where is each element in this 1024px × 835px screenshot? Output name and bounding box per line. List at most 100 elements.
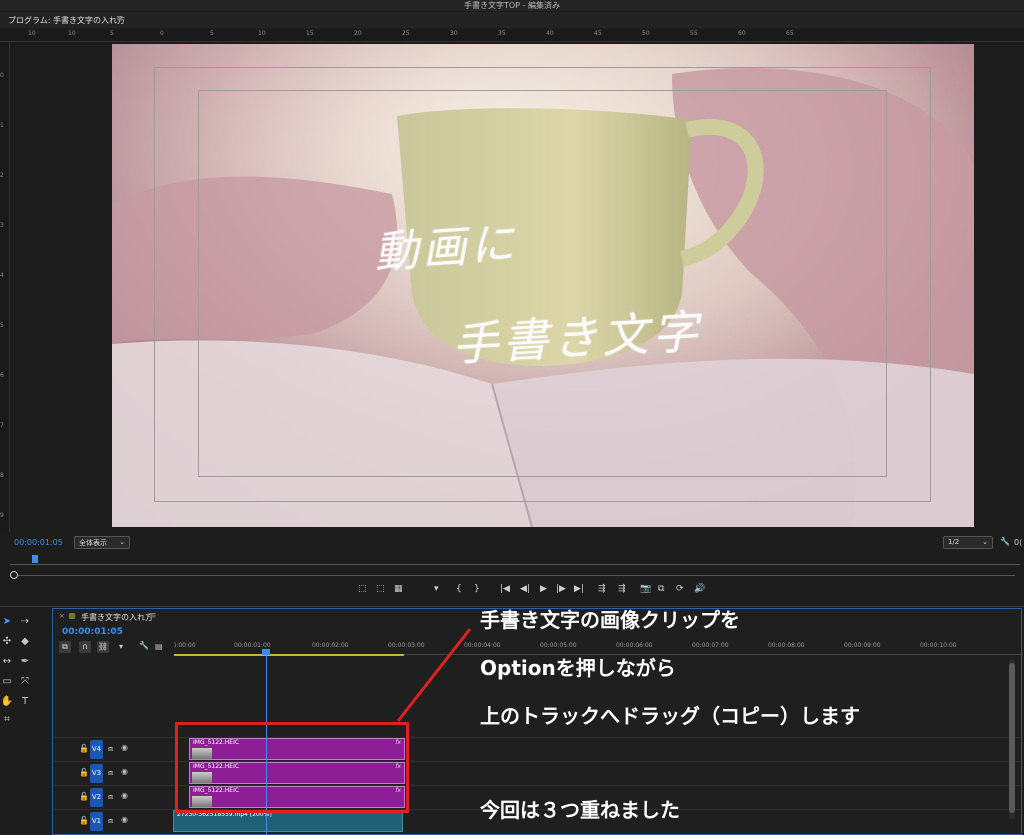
- lift-button[interactable]: ⇶: [598, 584, 606, 594]
- handwriting-line-1: 動画に: [372, 218, 520, 279]
- eye-icon[interactable]: ◉: [121, 791, 128, 800]
- work-area-bar[interactable]: [174, 654, 404, 656]
- sync-lock-icon[interactable]: ⧈: [108, 744, 113, 754]
- type-tool-icon[interactable]: T: [18, 696, 32, 707]
- extract-button[interactable]: ⇶: [618, 584, 626, 594]
- ruler-time-label: 00:00:01:00: [234, 642, 271, 649]
- wrench-icon[interactable]: 🔧: [139, 641, 149, 650]
- track-select-tool-icon[interactable]: ⇢: [18, 616, 32, 627]
- eye-icon[interactable]: ◉: [121, 815, 128, 824]
- scroll-thumb[interactable]: [1009, 663, 1015, 813]
- add-marker-button[interactable]: ▾: [434, 584, 439, 594]
- close-icon[interactable]: ×: [59, 612, 65, 620]
- transport-controls: ⬚ ⬚ ▦ ▾ { } |◀ ◀| ▶ |▶ ▶| ⇶ ⇶ 📷 ⧉ ⟳ 🔊: [352, 584, 732, 598]
- step-forward-button[interactable]: |▶: [556, 584, 566, 594]
- timeline-tab-title[interactable]: 手書き文字の入れ方: [81, 612, 153, 623]
- ruler-time-label: 00:00:09:00: [844, 642, 881, 649]
- eye-icon[interactable]: ◉: [121, 743, 128, 752]
- step-back-button[interactable]: ◀|: [520, 584, 530, 594]
- mark-out-button[interactable]: }: [474, 584, 480, 594]
- ruler-label: 5: [110, 30, 114, 37]
- mini-playhead[interactable]: [32, 555, 38, 563]
- vruler-label: 2: [0, 172, 4, 179]
- annotation-line-2: Optionを押しながら: [480, 656, 676, 680]
- vruler-label: 9: [0, 512, 4, 519]
- ruler-label: 50: [642, 30, 650, 37]
- caption-tool-icon[interactable]: ⌗: [0, 714, 14, 725]
- ruler-time-label: ):00:00: [174, 642, 196, 649]
- rate-stretch-tool-icon[interactable]: ⤧: [18, 676, 32, 687]
- program-monitor-title[interactable]: プログラム: 手書き文字の入れ方: [8, 15, 125, 26]
- loop-icon[interactable]: ⟳: [676, 584, 684, 594]
- multicam-button[interactable]: ⧉: [658, 584, 664, 594]
- go-to-in-button[interactable]: |◀: [500, 584, 510, 594]
- monitor-mini-ruler[interactable]: [10, 553, 1020, 565]
- program-video-frame[interactable]: 動画に 手書き文字: [112, 44, 974, 527]
- lock-icon[interactable]: 🔓: [79, 768, 89, 777]
- hand-tool-icon[interactable]: ✋: [0, 696, 14, 707]
- vruler-label: 3: [0, 222, 4, 229]
- selection-tool-icon[interactable]: ➤: [0, 616, 14, 627]
- lock-icon[interactable]: 🔓: [79, 816, 89, 825]
- vruler-label: 4: [0, 272, 4, 279]
- timeline-playhead-handle[interactable]: [262, 649, 270, 655]
- scroll-handle[interactable]: [10, 571, 18, 579]
- export-frame-icon[interactable]: 📷: [640, 584, 651, 594]
- vruler-label: 6: [0, 372, 4, 379]
- overlay-button[interactable]: ⬚: [376, 584, 385, 594]
- annotation-line-3: 上のトラックへドラッグ（コピー）します: [480, 704, 860, 728]
- clip-v1[interactable]: 27230-362518559.mp4 [200%]: [173, 810, 403, 832]
- track-target-v1[interactable]: V1: [90, 812, 103, 831]
- track-target-v4[interactable]: V4: [90, 740, 103, 759]
- sync-lock-icon[interactable]: ⧈: [108, 768, 113, 778]
- speaker-icon[interactable]: 🔊: [694, 584, 705, 594]
- handwriting-line-2: 手書き文字: [450, 304, 704, 372]
- sequence-color-swatch: [69, 613, 75, 619]
- track-target-v3[interactable]: V3: [90, 764, 103, 783]
- panel-menu-icon[interactable]: ≡: [116, 14, 124, 24]
- ruler-label: 15: [306, 30, 314, 37]
- linked-selection-icon[interactable]: ⛓: [97, 641, 109, 653]
- track-target-v2[interactable]: V2: [90, 788, 103, 807]
- add-marker-icon[interactable]: ▾: [119, 642, 123, 651]
- nest-toggle-icon[interactable]: ⧉: [59, 641, 71, 653]
- snap-magnet-icon[interactable]: ∩: [79, 641, 91, 653]
- ripple-edit-tool-icon[interactable]: ✣: [0, 636, 14, 647]
- zoom-level-select[interactable]: 全体表示 ⌄: [74, 536, 130, 549]
- ruler-label: 5: [210, 30, 214, 37]
- panel-menu-icon[interactable]: ≡: [149, 611, 157, 621]
- playhead-timecode[interactable]: 00:00:01:05: [14, 538, 63, 547]
- vruler-label: 5: [0, 322, 4, 329]
- ruler-label: 0: [160, 30, 164, 37]
- lock-icon[interactable]: 🔓: [79, 744, 89, 753]
- ruler-label: 30: [450, 30, 458, 37]
- annotation-line-1: 手書き文字の画像クリップを: [480, 608, 740, 632]
- eye-icon[interactable]: ◉: [121, 767, 128, 776]
- go-to-out-button[interactable]: ▶|: [574, 584, 584, 594]
- sync-lock-icon[interactable]: ⧈: [108, 792, 113, 802]
- resolution-value: 1/2: [948, 538, 960, 546]
- safe-margins-button[interactable]: ⬚: [358, 584, 367, 594]
- vruler-label: 8: [0, 472, 4, 479]
- razor-tool-icon[interactable]: ◆: [18, 636, 32, 647]
- timeline-vertical-scrollbar[interactable]: [1009, 659, 1015, 819]
- wrench-icon[interactable]: 🔧: [1000, 537, 1010, 546]
- lock-icon[interactable]: 🔓: [79, 792, 89, 801]
- play-button[interactable]: ▶: [540, 584, 547, 594]
- slip-tool-icon[interactable]: ↔: [0, 656, 14, 667]
- timeline-timecode[interactable]: 00:00:01:05: [62, 627, 123, 637]
- ruler-label: 35: [498, 30, 506, 37]
- ruler-label: 25: [402, 30, 410, 37]
- captions-icon[interactable]: ▤: [155, 642, 163, 651]
- resolution-select[interactable]: 1/2 ⌄: [943, 536, 993, 549]
- pen-tool-icon[interactable]: ✒: [18, 656, 32, 667]
- zoom-scroll-bar[interactable]: [10, 570, 1015, 580]
- vruler-label: 7: [0, 422, 4, 429]
- compare-button[interactable]: ▦: [394, 584, 403, 594]
- mark-in-button[interactable]: {: [456, 584, 462, 594]
- annotation-line-4: 今回は３つ重ねました: [480, 798, 680, 822]
- vruler-label: 0: [0, 72, 4, 79]
- sync-lock-icon[interactable]: ⧈: [108, 816, 113, 826]
- rectangle-tool-icon[interactable]: ▭: [0, 676, 14, 687]
- ruler-time-label: 00:00:05:00: [540, 642, 577, 649]
